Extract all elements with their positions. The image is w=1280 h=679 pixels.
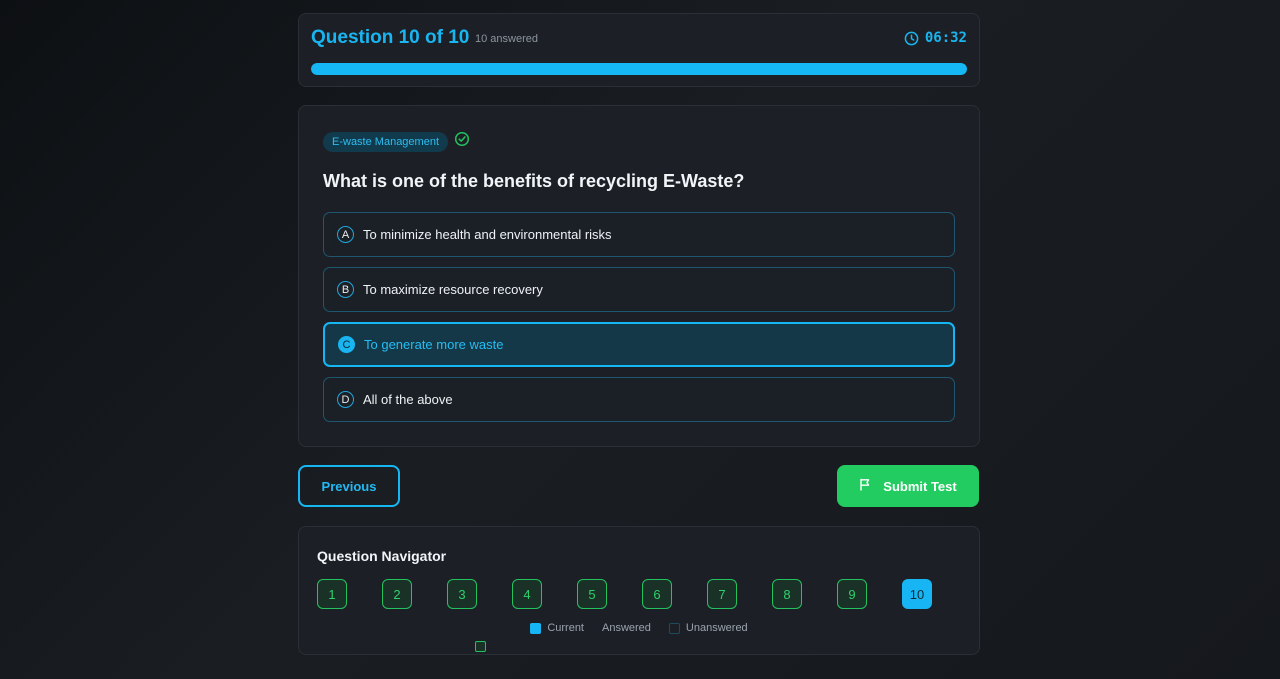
legend-answered: Answered xyxy=(475,622,651,652)
topic-badge: E-waste Management xyxy=(323,131,448,152)
option-c[interactable]: C To generate more waste xyxy=(323,322,955,367)
question-text: What is one of the benefits of recycling… xyxy=(323,171,745,191)
option-letter: C xyxy=(338,336,355,353)
nav-question-3[interactable]: 3 xyxy=(447,579,477,609)
legend-swatch-answered xyxy=(475,641,486,652)
submit-button-label: Submit Test xyxy=(883,478,957,494)
nav-question-4[interactable]: 4 xyxy=(512,579,542,609)
nav-question-8[interactable]: 8 xyxy=(772,579,802,609)
timer: 06:32 xyxy=(904,30,967,46)
check-circle-icon xyxy=(454,131,470,152)
option-d[interactable]: D All of the above xyxy=(323,377,955,422)
nav-question-7[interactable]: 7 xyxy=(707,579,737,609)
topic-row: E-waste Management xyxy=(323,131,470,152)
option-text: To generate more waste xyxy=(364,337,504,352)
option-letter: D xyxy=(337,391,354,408)
legend-label: Answered xyxy=(602,622,651,634)
navigator-title: Question Navigator xyxy=(317,548,447,564)
nav-question-2[interactable]: 2 xyxy=(382,579,412,609)
question-card: E-waste Management What is one of the be… xyxy=(298,105,980,447)
progress-bar xyxy=(311,63,967,75)
nav-question-6[interactable]: 6 xyxy=(642,579,672,609)
legend-current: Current xyxy=(530,622,584,634)
timer-value: 06:32 xyxy=(924,30,967,46)
option-letter: A xyxy=(337,226,354,243)
legend-swatch-unanswered xyxy=(668,622,680,634)
legend-unanswered: Unanswered xyxy=(668,622,748,634)
quiz-header: Question 10 of 10 10 answered 06:32 xyxy=(298,13,980,87)
option-text: To maximize resource recovery xyxy=(363,282,543,297)
answered-count: 10 answered xyxy=(475,33,538,45)
flag-icon xyxy=(859,478,871,494)
nav-question-10[interactable]: 10 xyxy=(902,579,932,609)
question-navigator: Question Navigator 1 2 3 4 5 6 7 8 9 10 … xyxy=(298,526,980,655)
option-text: To minimize health and environmental ris… xyxy=(363,227,612,242)
option-b[interactable]: B To maximize resource recovery xyxy=(323,267,955,312)
nav-question-5[interactable]: 5 xyxy=(577,579,607,609)
option-text: All of the above xyxy=(363,392,453,407)
previous-button-label: Previous xyxy=(321,478,377,494)
legend-label: Current xyxy=(547,622,584,634)
option-letter: B xyxy=(337,281,354,298)
navigator-legend: Current Answered Unanswered xyxy=(299,622,979,652)
legend-swatch-current xyxy=(530,622,542,634)
question-counter: Question 10 of 10 xyxy=(311,27,470,48)
nav-question-9[interactable]: 9 xyxy=(837,579,867,609)
option-a[interactable]: A To minimize health and environmental r… xyxy=(323,212,955,257)
submit-test-button[interactable]: Submit Test xyxy=(837,465,979,507)
progress-fill xyxy=(311,63,967,75)
nav-question-1[interactable]: 1 xyxy=(317,579,347,609)
clock-icon xyxy=(904,31,919,46)
previous-button[interactable]: Previous xyxy=(298,465,400,507)
legend-label: Unanswered xyxy=(685,622,748,634)
